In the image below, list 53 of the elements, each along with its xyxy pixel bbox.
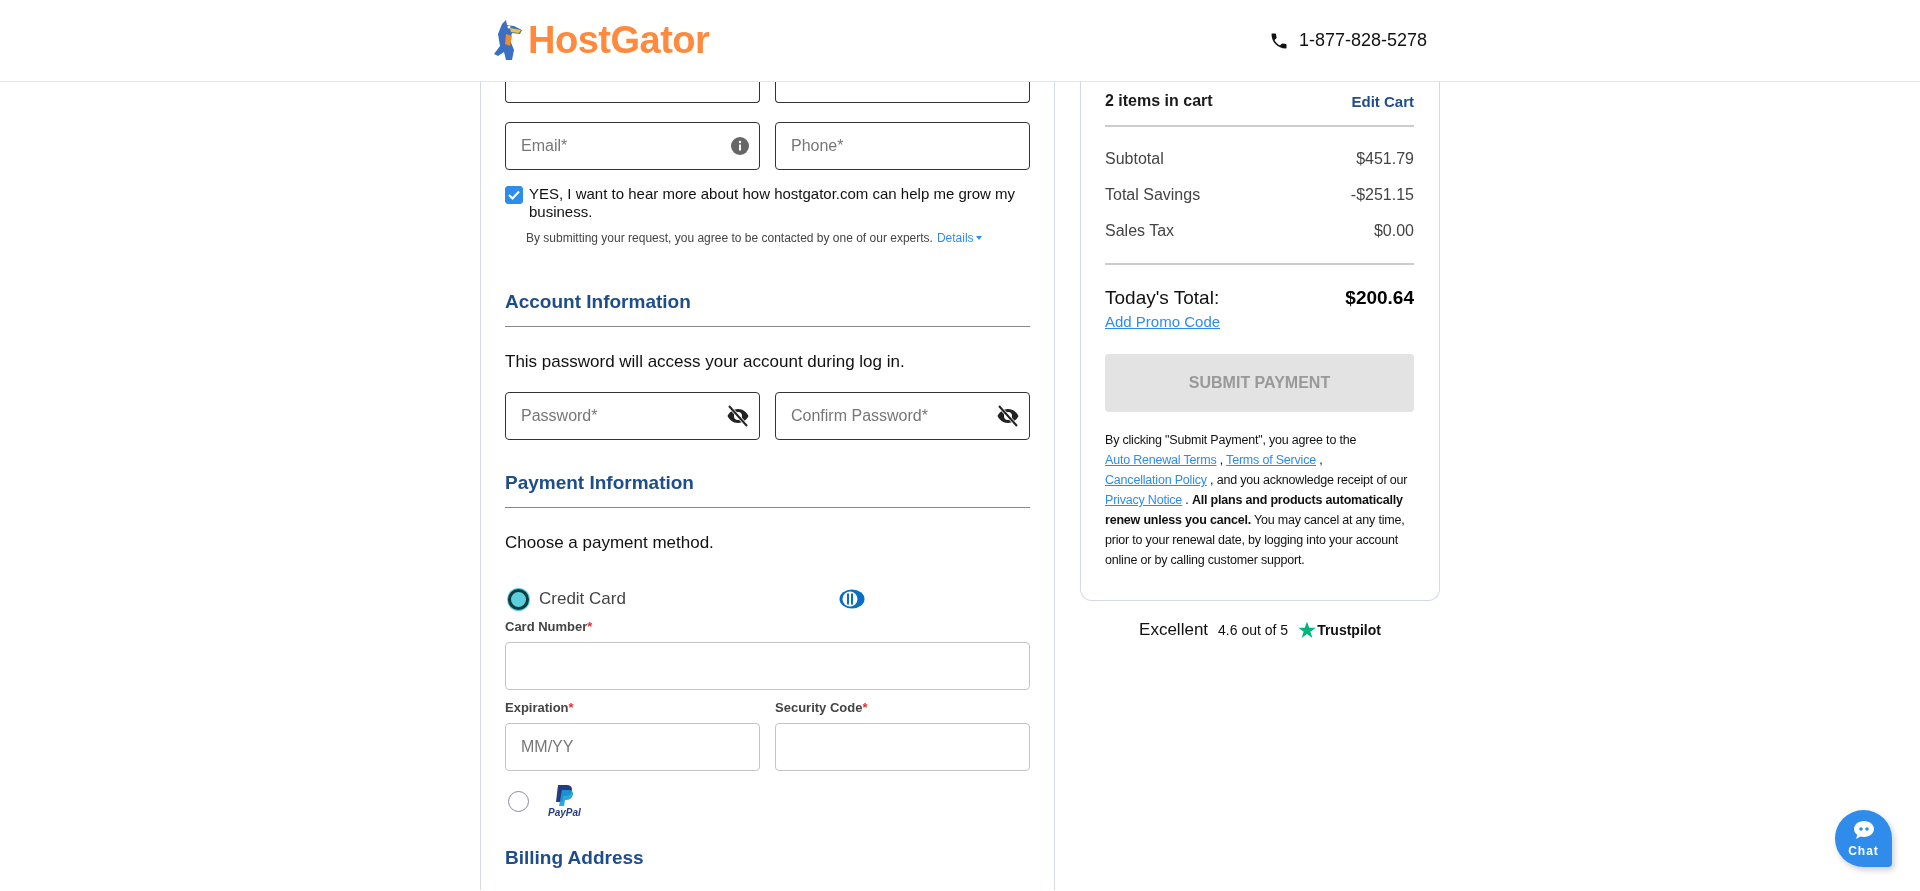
trustpilot-logo-text: Trustpilot bbox=[1317, 622, 1381, 638]
summary-value: $0.00 bbox=[1373, 222, 1414, 240]
info-icon bbox=[730, 136, 750, 156]
input-field[interactable] bbox=[505, 82, 760, 103]
eye-slash-icon[interactable] bbox=[996, 405, 1020, 427]
input-field[interactable]: Confirm Password* bbox=[775, 392, 1030, 440]
radio-button[interactable] bbox=[508, 790, 529, 812]
summary-value: -$251.15 bbox=[1350, 186, 1414, 204]
legal-link[interactable]: Terms of Service bbox=[1226, 453, 1316, 467]
star-icon bbox=[1298, 621, 1317, 639]
input-field[interactable]: Phone* bbox=[775, 122, 1030, 170]
summary-label: Subtotal bbox=[1105, 150, 1164, 168]
rating-word: Excellent bbox=[1139, 620, 1209, 640]
chat-button[interactable]: Chat bbox=[1835, 810, 1892, 867]
rating-score: 4.6 out of 5 bbox=[1218, 622, 1289, 638]
field-label: Card Number* bbox=[505, 619, 594, 634]
paypal-p-icon bbox=[554, 784, 575, 807]
phone-number[interactable]: 1-877-828-5278 bbox=[1298, 30, 1427, 51]
promo-code-link[interactable]: Add Promo Code bbox=[1105, 313, 1221, 330]
consent-note: By submitting your request, you agree to be contacted by one of our experts. bbox=[526, 231, 933, 245]
section-title: Account Information bbox=[505, 291, 1030, 327]
caret-icon[interactable] bbox=[975, 236, 982, 240]
section-title: Payment Information bbox=[505, 472, 1030, 508]
radio-label: Credit Card bbox=[539, 589, 627, 609]
radio-button[interactable] bbox=[508, 588, 529, 610]
summary-value: $451.79 bbox=[1356, 150, 1414, 168]
legal-paragraph: By clicking "Submit Payment", you agree to the Auto Renewal Terms , Terms of Service , Cancellation Policy , and you acknowledge receipt of our Privacy Notice . All plans and products automatically renew unless you cancel. You may cancel at any time, prior to your renewal date, by logging into your account online or by calling customer support. bbox=[1105, 432, 1409, 569]
card-brand-icon bbox=[839, 589, 865, 609]
speech-bubble-icon bbox=[1852, 819, 1875, 840]
checkbox-label: YES, I want to hear more about how hostgator.com can help me grow my business. bbox=[529, 185, 1017, 221]
input-field[interactable]: Password* bbox=[505, 392, 760, 440]
section-title: Billing Address bbox=[505, 847, 645, 869]
input-field[interactable] bbox=[775, 82, 1030, 103]
paypal-logo-text: PayPal bbox=[548, 806, 581, 818]
checkbox[interactable] bbox=[505, 186, 523, 204]
cart-title: 2 items in cart bbox=[1105, 92, 1213, 110]
section-intro: This password will access your account during log in. bbox=[505, 352, 906, 372]
summary-label: Sales Tax bbox=[1105, 222, 1175, 240]
total-label: Today's Total: bbox=[1105, 287, 1220, 309]
total-value: $200.64 bbox=[1345, 287, 1414, 309]
legal-link[interactable]: Cancellation Policy bbox=[1105, 473, 1207, 487]
edit-cart-link[interactable]: Edit Cart bbox=[1351, 92, 1414, 110]
field-label: Expiration* bbox=[505, 700, 575, 715]
legal-link[interactable]: Auto Renewal Terms bbox=[1105, 453, 1217, 467]
gator-mascot-icon bbox=[492, 19, 524, 62]
eye-slash-icon[interactable] bbox=[726, 405, 750, 427]
input-field[interactable]: Email* bbox=[505, 122, 760, 170]
logo-text[interactable]: HostGator bbox=[528, 19, 710, 62]
field-label: Security Code* bbox=[775, 700, 869, 715]
details-link[interactable]: Details bbox=[936, 231, 982, 245]
section-intro: Choose a payment method. bbox=[505, 533, 715, 553]
legal-link[interactable]: Privacy Notice bbox=[1105, 493, 1183, 507]
summary-label: Total Savings bbox=[1105, 186, 1201, 204]
